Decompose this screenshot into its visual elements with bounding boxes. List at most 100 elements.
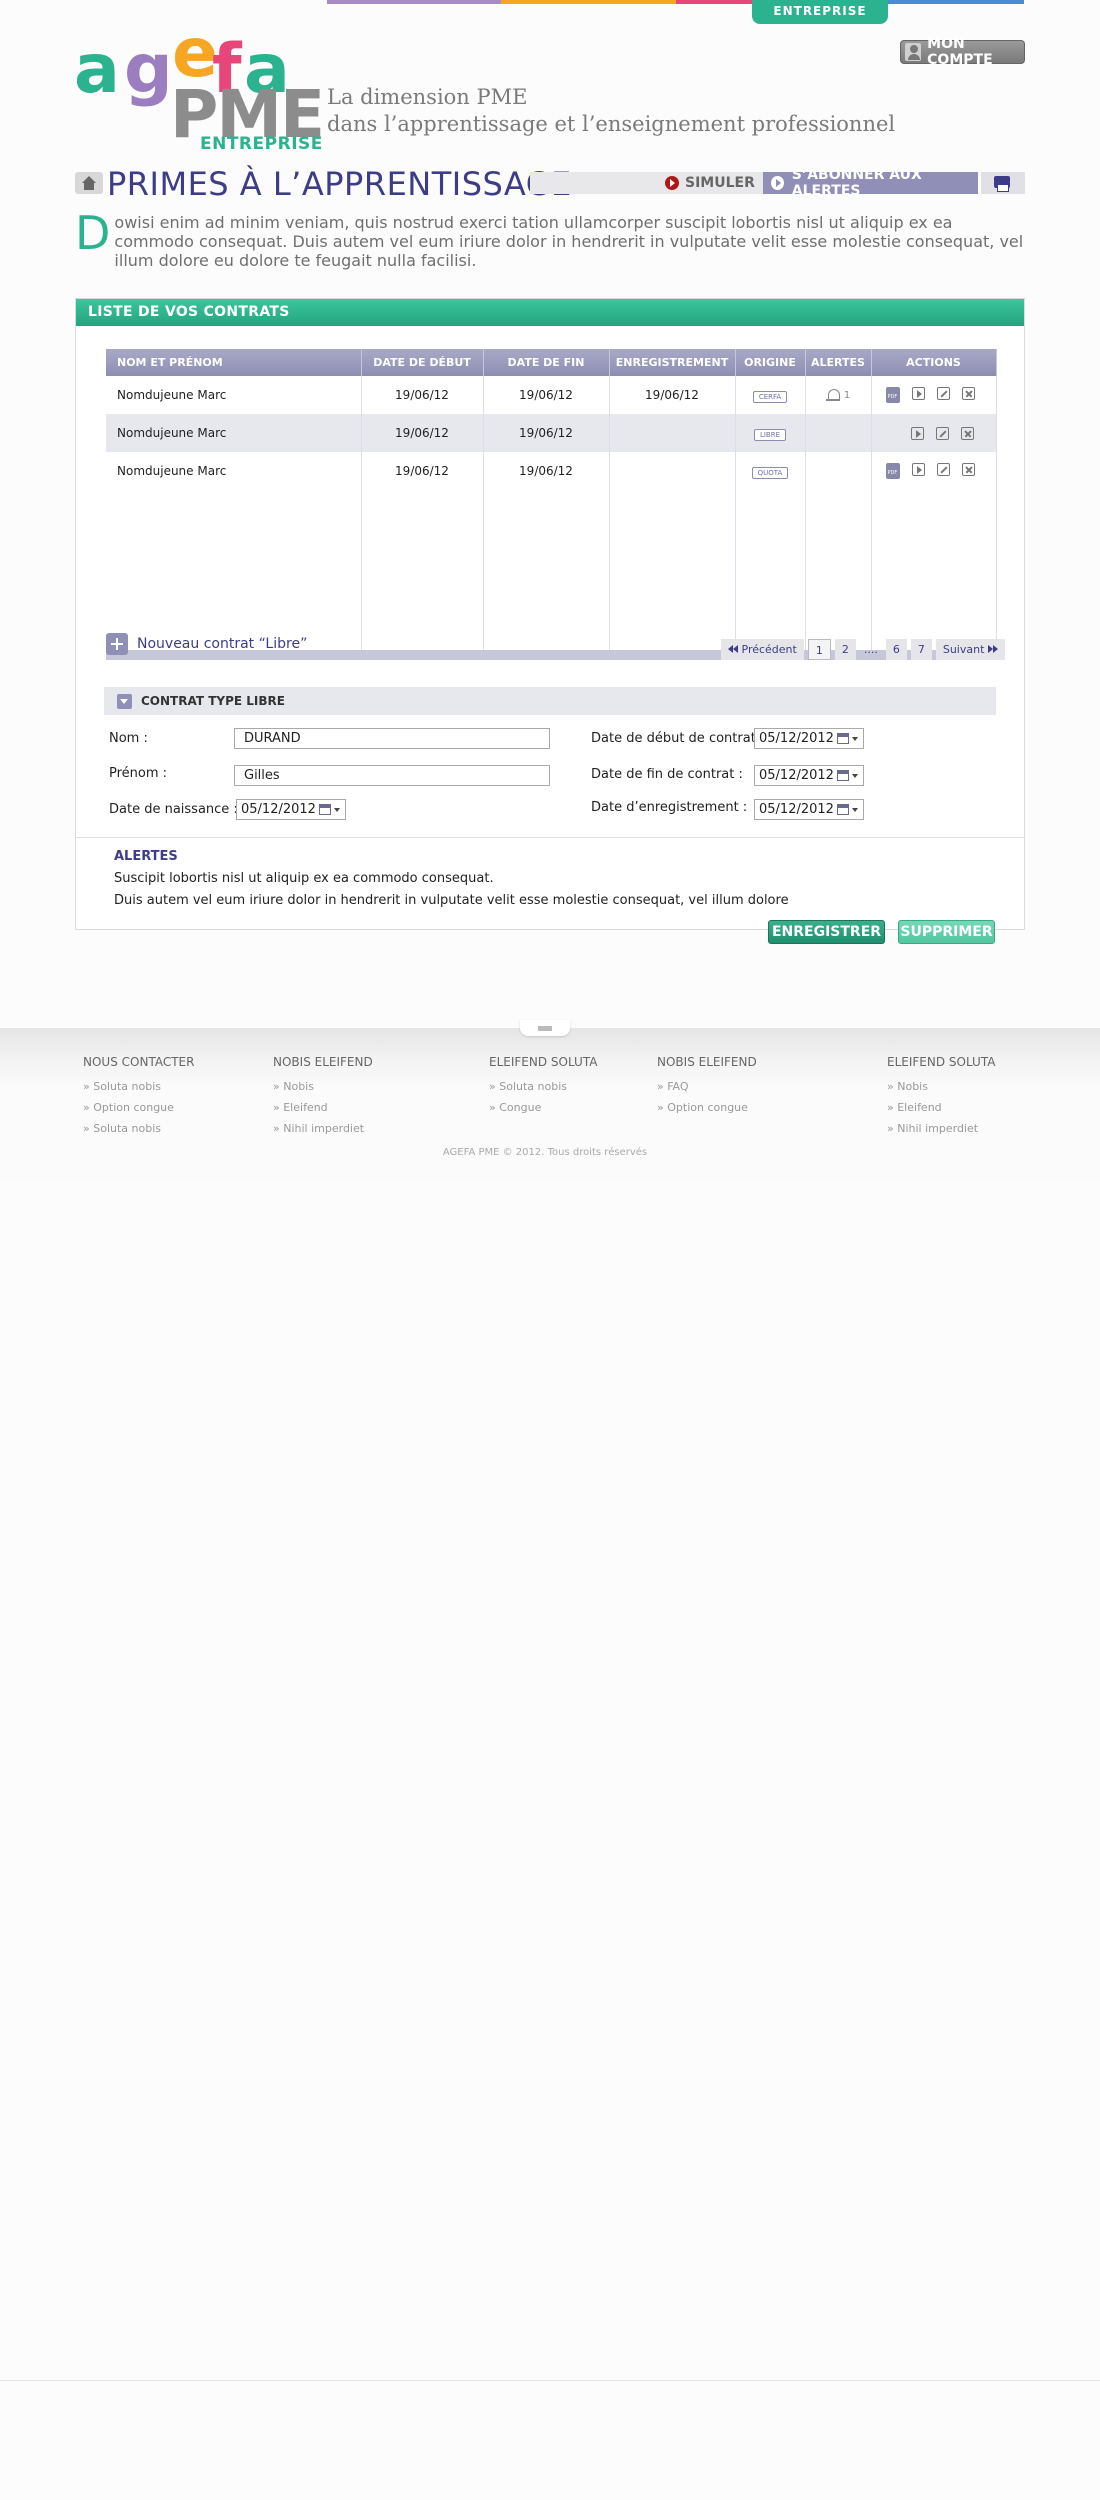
cell-start: 19/06/12	[361, 376, 484, 414]
delete-icon[interactable]	[961, 463, 975, 476]
pager-page[interactable]: 2	[834, 639, 856, 660]
table-row[interactable]: Nomdujeune Marc 19/06/12 19/06/12 LIBRE	[106, 414, 997, 452]
view-icon[interactable]	[911, 387, 925, 400]
chevron-down-icon[interactable]	[851, 807, 858, 812]
pager-next-label: Suivant	[942, 643, 985, 656]
naissance-date-field[interactable]: 05/12/2012	[236, 799, 346, 820]
calendar-icon[interactable]	[836, 804, 849, 815]
table-row[interactable]: Nomdujeune Marc 19/06/12 19/06/12 19/06/…	[106, 376, 997, 414]
calendar-icon[interactable]	[836, 733, 849, 744]
page-divider	[0, 2380, 1100, 2381]
pdf-icon[interactable]	[885, 387, 900, 403]
save-button[interactable]: ENREGISTRER	[768, 920, 885, 944]
tab-entreprise[interactable]: ENTREPRISE	[752, 0, 888, 24]
nom-field[interactable]: DURAND	[234, 728, 550, 749]
naissance-date-value: 05/12/2012	[241, 802, 316, 817]
footer-link[interactable]: Option congue	[657, 1097, 757, 1118]
column-header[interactable]: ORIGINE	[735, 349, 806, 376]
chevron-down-icon[interactable]	[333, 807, 340, 812]
delete-icon[interactable]	[961, 387, 975, 400]
prenom-label: Prénom :	[109, 766, 168, 781]
column-header[interactable]: DATE DE DÉBUT	[361, 349, 484, 376]
double-right-icon	[992, 645, 998, 653]
calendar-icon[interactable]	[318, 804, 331, 815]
subscribe-alerts-button[interactable]: S’ABONNER AUX ALERTES	[763, 167, 978, 199]
delete-icon[interactable]	[960, 426, 974, 440]
pdf-icon[interactable]	[885, 463, 900, 479]
calendar-icon[interactable]	[836, 770, 849, 781]
footer-link[interactable]: Congue	[489, 1097, 597, 1118]
footer-link[interactable]: Soluta nobis	[489, 1076, 597, 1097]
new-contract-link[interactable]: Nouveau contrat “Libre”	[106, 633, 307, 655]
play-circle-icon	[771, 176, 784, 190]
footer-link[interactable]: Soluta nobis	[83, 1118, 194, 1139]
cell-registration	[609, 414, 736, 452]
edit-icon[interactable]	[936, 463, 950, 476]
footer-link[interactable]: Soluta nobis	[83, 1076, 194, 1097]
debut-label: Date de début de contrat :	[591, 731, 765, 746]
footer-link[interactable]: Nihil imperdiet	[273, 1118, 373, 1139]
contracts-table: NOM ET PRÉNOM DATE DE DÉBUT DATE DE FIN …	[106, 349, 997, 660]
panel-title: LISTE DE VOS CONTRATS	[76, 299, 1024, 326]
contract-form-header[interactable]: CONTRAT TYPE LIBRE	[104, 687, 996, 715]
table-row[interactable]: Nomdujeune Marc 19/06/12 19/06/12 QUOTA	[106, 452, 997, 490]
footer-column: ELEIFEND SOLUTA Nobis Eleifend Nihil imp…	[887, 1055, 995, 1139]
footer-link[interactable]: Nobis	[273, 1076, 373, 1097]
home-icon[interactable]	[75, 172, 103, 194]
cell-end: 19/06/12	[483, 452, 610, 490]
column-header[interactable]: ENREGISTREMENT	[609, 349, 736, 376]
account-button[interactable]: MON COMPTE	[900, 36, 1025, 68]
user-icon	[905, 43, 922, 61]
cell-actions	[871, 452, 997, 490]
footer-link[interactable]: FAQ	[657, 1076, 757, 1097]
footer-link[interactable]: Nihil imperdiet	[887, 1118, 995, 1139]
cell-actions	[871, 414, 997, 452]
alert-count: 1	[843, 389, 851, 401]
contract-form-title: CONTRAT TYPE LIBRE	[141, 694, 285, 708]
footer-column-title: NOBIS ELEIFEND	[657, 1055, 757, 1069]
logo-letter: g	[124, 30, 173, 109]
contracts-panel: LISTE DE VOS CONTRATS NOM ET PRÉNOM DATE…	[75, 298, 1025, 930]
account-button-label: MON COMPTE	[927, 36, 993, 68]
prenom-field[interactable]: Gilles	[234, 765, 550, 786]
print-icon[interactable]	[981, 172, 1025, 194]
footer-toggle-handle[interactable]	[520, 1020, 570, 1036]
collapse-icon[interactable]	[117, 693, 132, 709]
cell-name: Nomdujeune Marc	[106, 452, 362, 490]
footer-link[interactable]: Eleifend	[273, 1097, 373, 1118]
cell-registration: 19/06/12	[609, 376, 736, 414]
enreg-date-field[interactable]: 05/12/2012	[754, 799, 864, 820]
column-header[interactable]: DATE DE FIN	[483, 349, 610, 376]
pager-page[interactable]: 1	[807, 639, 831, 660]
pager-page[interactable]: 6	[885, 639, 907, 660]
cell-alerts	[805, 452, 872, 490]
footer-column: ELEIFEND SOLUTA Soluta nobis Congue	[489, 1055, 597, 1118]
column-header[interactable]: ALERTES	[805, 349, 872, 376]
cell-end: 19/06/12	[483, 376, 610, 414]
bell-icon[interactable]	[825, 388, 840, 402]
view-icon[interactable]	[911, 463, 925, 476]
pager-next[interactable]: Suivant	[935, 639, 1005, 660]
chevron-down-icon[interactable]	[851, 736, 858, 741]
footer-link[interactable]: Nobis	[887, 1076, 995, 1097]
simulate-button[interactable]: SIMULER	[665, 173, 755, 193]
title-bar: PRIMES À L’APPRENTISSAGE SIMULER S’ABONN…	[75, 165, 1025, 203]
pdf-placeholder	[886, 427, 899, 440]
view-icon[interactable]	[910, 426, 924, 440]
cell-name: Nomdujeune Marc	[106, 376, 362, 414]
logo[interactable]: a g e f a PME ENTREPRISE	[72, 10, 325, 160]
debut-date-field[interactable]: 05/12/2012	[754, 728, 864, 749]
cell-origin: CERFA	[735, 376, 806, 414]
edit-icon[interactable]	[935, 426, 949, 440]
footer-link[interactable]: Option congue	[83, 1097, 194, 1118]
fin-date-field[interactable]: 05/12/2012	[754, 765, 864, 786]
pager-previous[interactable]: Précédent	[721, 639, 804, 660]
column-header[interactable]: NOM ET PRÉNOM	[106, 349, 362, 376]
copyright: AGEFA PME © 2012. Tous droits réservés	[442, 1147, 648, 1158]
chevron-down-icon[interactable]	[851, 773, 858, 778]
fin-date-value: 05/12/2012	[759, 768, 834, 783]
delete-button[interactable]: SUPPRIMER	[898, 920, 995, 944]
pager-page[interactable]: 7	[910, 639, 932, 660]
footer-link[interactable]: Eleifend	[887, 1097, 995, 1118]
edit-icon[interactable]	[936, 387, 950, 400]
